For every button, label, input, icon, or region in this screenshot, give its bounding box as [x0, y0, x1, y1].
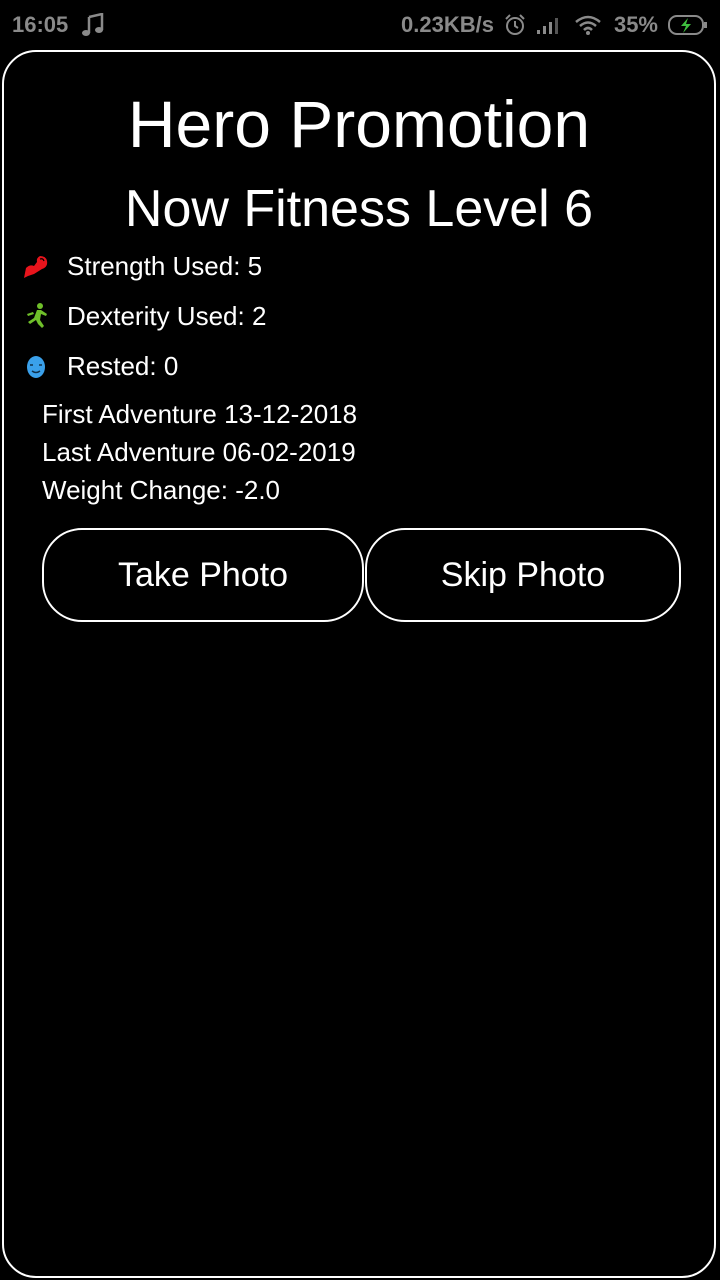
stat-dexterity-label: Dexterity Used: 2: [67, 300, 267, 331]
skip-photo-button[interactable]: Skip Photo: [365, 528, 681, 622]
wifi-icon: [574, 14, 602, 36]
status-time: 16:05: [12, 12, 69, 37]
runner-icon: [20, 300, 52, 332]
fitness-level-subtitle: Now Fitness Level 6: [124, 180, 594, 238]
network-speed: 0.23KB/s: [401, 12, 494, 37]
flexed-arm-icon: [20, 250, 52, 282]
weight-change-text: Weight Change: -2.0: [42, 475, 280, 505]
rest-face-icon: [20, 350, 52, 382]
stat-strength-label: Strength Used: 5: [67, 250, 263, 281]
stat-rested: Rested: 0: [20, 346, 178, 386]
signal-icon: [536, 15, 564, 35]
status-left: 16:05: [12, 12, 104, 38]
stat-rested-label: Rested: 0: [67, 350, 179, 381]
alarm-icon: [504, 14, 526, 36]
music-note-icon: [82, 13, 104, 37]
take-photo-button[interactable]: Take Photo: [42, 528, 364, 622]
last-adventure-text: Last Adventure 06-02-2019: [42, 437, 356, 467]
stat-strength: Strength Used: 5: [20, 246, 262, 286]
battery-charging-icon: [668, 14, 708, 36]
status-bar: 16:05 0.23KB/s 35%: [0, 0, 720, 50]
battery-percent: 35%: [613, 12, 658, 37]
status-right: 0.23KB/s 35%: [401, 12, 708, 38]
promotion-card: Hero Promotion Now Fitness Level 6 Stren…: [2, 50, 716, 1278]
first-adventure-text: First Adventure 13-12-2018: [42, 399, 358, 429]
stat-dexterity: Dexterity Used: 2: [20, 296, 266, 336]
page-title: Hero Promotion: [127, 87, 591, 161]
